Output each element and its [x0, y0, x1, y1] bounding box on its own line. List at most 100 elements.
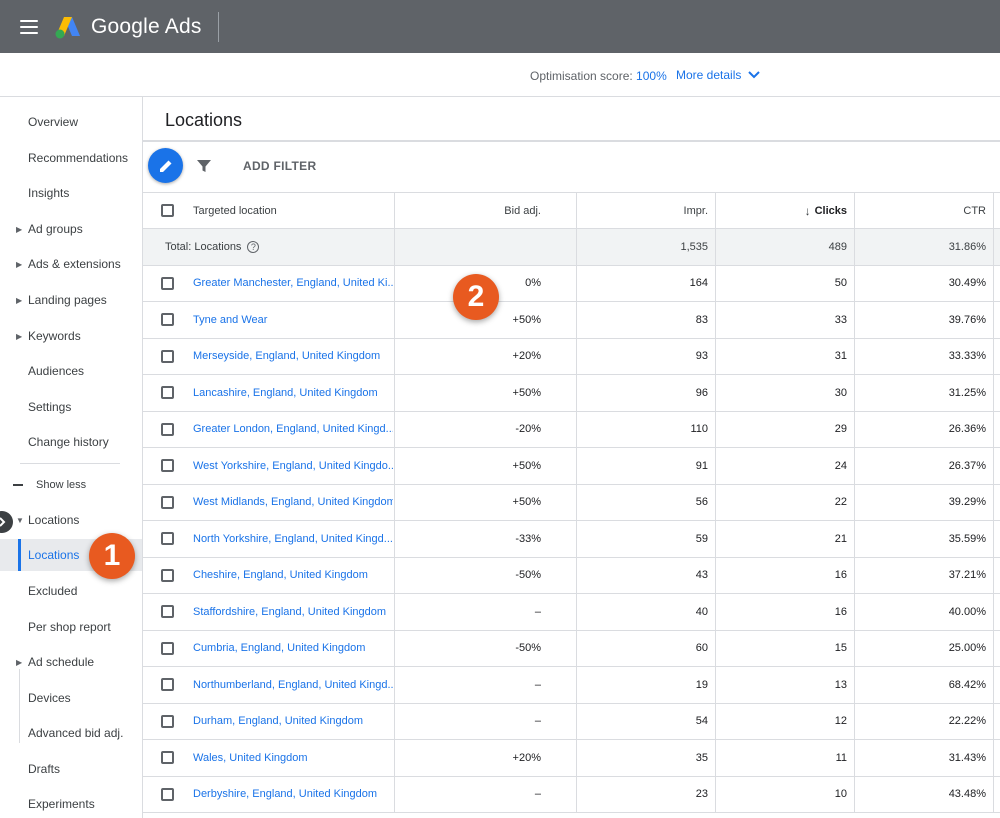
- more-details-button[interactable]: More details: [676, 68, 761, 82]
- location-link[interactable]: Northumberland, England, United Kingd...: [193, 679, 393, 691]
- bid-adj-cell[interactable]: –: [395, 777, 541, 813]
- bid-adj-cell[interactable]: +50%: [395, 375, 541, 411]
- row-checkbox[interactable]: [161, 714, 174, 728]
- sidebar-item-per-shop-report[interactable]: Per shop report: [0, 612, 142, 642]
- sidebar-item-experiments[interactable]: Experiments: [0, 789, 142, 818]
- sidebar-item-drafts[interactable]: Drafts: [0, 754, 142, 784]
- location-link[interactable]: Merseyside, England, United Kingdom: [193, 350, 380, 362]
- filter-icon[interactable]: [196, 158, 212, 174]
- bid-adj-cell[interactable]: +20%: [395, 740, 541, 776]
- row-checkbox[interactable]: [161, 349, 174, 363]
- row-checkbox[interactable]: [161, 422, 174, 436]
- location-link[interactable]: Staffordshire, England, United Kingdom: [193, 606, 386, 618]
- sidebar-item-advanced-bid-adj[interactable]: Advanced bid adj.: [0, 718, 142, 748]
- sidebar-item-label: Drafts: [28, 762, 61, 776]
- column-header-clicks[interactable]: ↓ Clicks: [715, 193, 847, 228]
- column-header-ctr[interactable]: CTR: [854, 193, 986, 228]
- more-details-label: More details: [676, 68, 742, 82]
- row-checkbox-cell: [161, 412, 176, 448]
- row-checkbox[interactable]: [161, 568, 174, 582]
- sidebar-item-overview[interactable]: Overview: [0, 107, 142, 137]
- location-link[interactable]: Greater London, England, United Kingd...: [193, 423, 393, 435]
- bid-adj-cell[interactable]: -50%: [395, 631, 541, 667]
- location-cell: Tyne and Wear: [193, 302, 393, 338]
- column-header-bid[interactable]: Bid adj.: [395, 193, 541, 228]
- location-link[interactable]: Lancashire, England, United Kingdom: [193, 387, 378, 399]
- column-header-location[interactable]: Targeted location: [193, 193, 393, 228]
- bid-adj-cell[interactable]: +50%: [395, 485, 541, 521]
- menu-icon[interactable]: [20, 19, 38, 34]
- row-checkbox[interactable]: [161, 313, 174, 327]
- impr-cell: 93: [695, 350, 708, 363]
- sidebar-item-ad-schedule[interactable]: ▶ Ad schedule: [0, 647, 142, 677]
- show-less-button[interactable]: Show less: [0, 472, 142, 498]
- column-divider: [715, 594, 716, 630]
- sidebar-item-change-history[interactable]: Change history: [0, 427, 142, 457]
- row-checkbox[interactable]: [161, 605, 174, 619]
- select-all-checkbox[interactable]: [161, 204, 174, 217]
- row-checkbox[interactable]: [161, 495, 174, 509]
- clicks-cell: 31: [834, 350, 847, 363]
- column-divider: [715, 448, 716, 484]
- sidebar-item-excluded[interactable]: Excluded: [0, 576, 142, 606]
- caret-right-icon: ▶: [16, 331, 23, 341]
- minus-icon: [13, 484, 23, 486]
- edit-button[interactable]: [148, 148, 183, 183]
- sidebar-item-audiences[interactable]: Audiences: [0, 356, 142, 386]
- row-checkbox[interactable]: [161, 787, 174, 801]
- bid-adj-cell[interactable]: –: [395, 704, 541, 740]
- row-checkbox[interactable]: [161, 678, 174, 692]
- location-link[interactable]: Cheshire, England, United Kingdom: [193, 569, 368, 581]
- sidebar-item-keywords[interactable]: ▶ Keywords: [0, 321, 142, 351]
- bid-adj-cell[interactable]: –: [395, 667, 541, 703]
- column-divider: [993, 594, 994, 630]
- column-divider: [394, 484, 395, 520]
- column-divider: [394, 302, 395, 338]
- location-link[interactable]: Wales, United Kingdom: [193, 752, 308, 764]
- row-checkbox[interactable]: [161, 386, 174, 400]
- help-icon[interactable]: ?: [247, 240, 260, 253]
- location-link[interactable]: Durham, England, United Kingdom: [193, 715, 363, 727]
- ctr-cell: 26.36%: [948, 423, 986, 436]
- bid-adj-cell[interactable]: -20%: [395, 412, 541, 448]
- optimisation-score-value[interactable]: 100%: [636, 69, 667, 83]
- add-filter-button[interactable]: ADD FILTER: [243, 159, 316, 173]
- total-label-cell: Total: Locations?: [165, 229, 260, 265]
- row-checkbox[interactable]: [161, 276, 174, 290]
- bid-adj-cell[interactable]: -50%: [395, 558, 541, 594]
- location-link[interactable]: Cumbria, England, United Kingdom: [193, 642, 365, 654]
- column-header-impr[interactable]: Impr.: [576, 193, 708, 228]
- sidebar-item-landing-pages[interactable]: ▶ Landing pages: [0, 285, 142, 315]
- bid-adj-cell[interactable]: -33%: [395, 521, 541, 557]
- column-divider: [394, 229, 395, 265]
- location-link[interactable]: Greater Manchester, England, United Ki..…: [193, 277, 393, 289]
- sidebar-item-settings[interactable]: Settings: [0, 392, 142, 422]
- row-checkbox[interactable]: [161, 751, 174, 765]
- bid-adj-cell[interactable]: +50%: [395, 448, 541, 484]
- sidebar-item-ads-extensions[interactable]: ▶ Ads & extensions: [0, 249, 142, 279]
- column-divider: [854, 521, 855, 557]
- location-link[interactable]: North Yorkshire, England, United Kingd..…: [193, 533, 393, 545]
- column-divider: [394, 448, 395, 484]
- column-divider: [576, 667, 577, 703]
- divider: [217, 11, 219, 42]
- sidebar-item-label: Audiences: [28, 364, 85, 378]
- sidebar-item-label: Excluded: [28, 584, 78, 598]
- row-checkbox[interactable]: [161, 459, 174, 473]
- sidebar-item-ad-groups[interactable]: ▶ Ad groups: [0, 214, 142, 244]
- row-checkbox[interactable]: [161, 641, 174, 655]
- sidebar-group-locations[interactable]: ▼ Locations: [0, 505, 142, 535]
- sidebar-item-insights[interactable]: Insights: [0, 178, 142, 208]
- bid-adj-cell[interactable]: +20%: [395, 339, 541, 375]
- sidebar-item-devices[interactable]: Devices: [0, 683, 142, 713]
- row-checkbox[interactable]: [161, 532, 174, 546]
- location-link[interactable]: West Yorkshire, England, United Kingdo..…: [193, 460, 393, 472]
- location-link[interactable]: West Midlands, England, United Kingdom: [193, 496, 393, 508]
- clicks-cell: 10: [834, 788, 847, 801]
- sidebar-item-recommendations[interactable]: Recommendations: [0, 143, 142, 173]
- impr-cell: 23: [695, 788, 708, 801]
- location-link[interactable]: Tyne and Wear: [193, 314, 267, 326]
- location-link[interactable]: Derbyshire, England, United Kingdom: [193, 788, 377, 800]
- app-title: Google Ads: [91, 14, 202, 38]
- bid-adj-cell[interactable]: –: [395, 594, 541, 630]
